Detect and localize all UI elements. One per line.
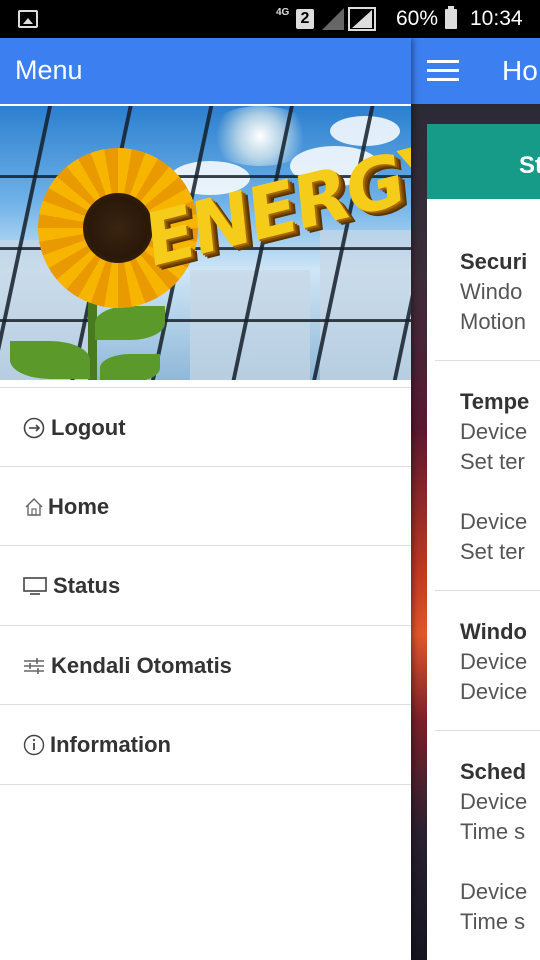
logout-icon <box>23 417 45 439</box>
section-heading: Windo <box>460 619 527 644</box>
menu-item-logout[interactable]: Logout <box>0 387 411 467</box>
status-line: Windo <box>460 279 523 304</box>
menu-item-status[interactable]: Status <box>0 546 411 626</box>
network-type-icon: 4G <box>276 7 290 18</box>
sliders-icon <box>24 657 44 674</box>
status-line: Time s <box>460 819 526 844</box>
menu-item-label: Information <box>50 732 171 757</box>
drawer-title: Menu <box>15 55 83 85</box>
drawer-banner-image: ENERGY <box>0 104 411 380</box>
menu-item-label: Home <box>48 493 110 519</box>
status-line: Device <box>460 789 528 814</box>
status-line: Motion <box>460 309 527 334</box>
status-bar: 4G 2 60% 10:34 <box>0 0 540 38</box>
clock: 10:34 <box>470 7 523 30</box>
status-line: Device <box>460 879 528 904</box>
status-line: Set ter <box>460 449 525 474</box>
app-bar: Ho <box>411 38 540 104</box>
hamburger-menu-icon[interactable] <box>427 60 459 82</box>
status-line: Device <box>460 679 528 704</box>
page-title: Ho <box>502 55 538 86</box>
navigation-drawer: Menu ENERGY Logout Home Status Kendali O… <box>0 38 411 960</box>
drawer-header: Menu <box>0 38 411 104</box>
info-icon <box>23 734 45 756</box>
battery-icon <box>445 6 457 29</box>
section-heading: Securi <box>460 249 528 274</box>
sim-indicator-icon: 2 <box>296 9 314 29</box>
gallery-notification-icon <box>18 10 38 28</box>
section-divider <box>435 590 540 591</box>
status-line: Time s <box>460 909 526 934</box>
sunflower-leaf <box>95 306 165 340</box>
card-header-label: St <box>519 152 540 179</box>
menu-item-home[interactable]: Home <box>0 467 411 546</box>
menu-item-information[interactable]: Information <box>0 705 411 785</box>
sunflower-leaf <box>10 341 90 379</box>
section-divider <box>435 730 540 731</box>
drawer-menu: Logout Home Status Kendali Otomatis Info… <box>0 387 411 785</box>
status-line: Device <box>460 649 528 674</box>
home-icon <box>25 497 43 516</box>
battery-percentage: 60% <box>396 7 439 30</box>
section-heading: Tempe <box>460 389 530 414</box>
main-screen: Ho St Securi Windo Motion Tempe Device Set te… <box>411 38 540 960</box>
menu-item-label: Logout <box>51 415 126 440</box>
status-line: Set ter <box>460 539 525 564</box>
section-divider <box>435 360 540 361</box>
signal-sim1-icon <box>322 8 344 30</box>
menu-item-label: Kendali Otomatis <box>51 652 232 678</box>
status-line: Device <box>460 509 528 534</box>
status-line: Device <box>460 419 528 444</box>
signal-sim2-icon <box>352 10 372 28</box>
section-heading: Sched <box>460 759 527 784</box>
card-header: St <box>427 124 540 199</box>
sunflower-leaf <box>100 354 160 380</box>
monitor-icon <box>23 577 47 595</box>
menu-item-label: Status <box>53 573 121 598</box>
menu-item-kendali-otomatis[interactable]: Kendali Otomatis <box>0 626 411 705</box>
